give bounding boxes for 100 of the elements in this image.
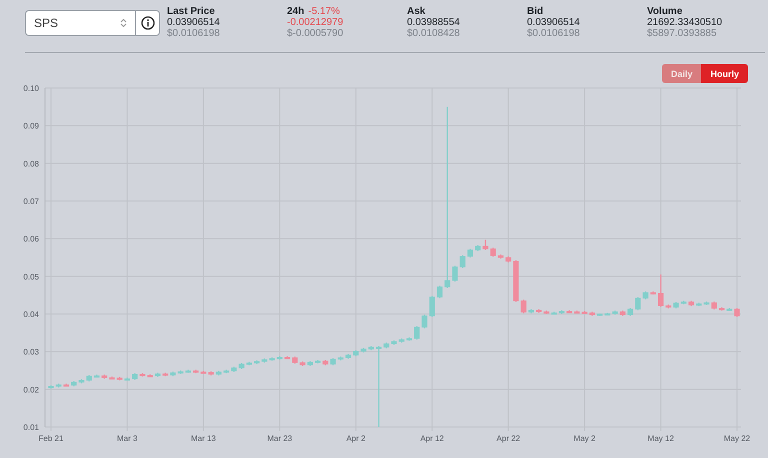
candlestick [490, 248, 496, 257]
candlestick [597, 314, 603, 316]
candlestick [314, 360, 321, 364]
candlestick [109, 376, 115, 380]
candlestick [520, 300, 526, 314]
candlestick [673, 302, 679, 308]
axis-tick-label: 0.04 [23, 310, 39, 319]
stat-value: 0.03906514 [167, 17, 221, 28]
candlestick [48, 385, 54, 389]
candlestick [254, 360, 260, 364]
candlestick [140, 373, 146, 377]
candlestick [116, 376, 122, 380]
stat-value: -0.00212979 [287, 17, 344, 28]
candlestick [132, 373, 138, 380]
axis-tick-label: Apr 2 [346, 434, 366, 443]
candlestick [628, 308, 634, 316]
candlestick [124, 378, 130, 381]
candlestick [688, 300, 694, 306]
candlestick [284, 356, 290, 360]
axis-tick-label: Mar 13 [191, 434, 216, 443]
candlestick [292, 356, 298, 364]
candlestick [102, 374, 108, 379]
candlestick [300, 361, 306, 366]
candlestick [642, 291, 648, 300]
info-button[interactable] [135, 10, 160, 36]
pair-select[interactable]: SPS [25, 10, 135, 36]
candlestick [269, 357, 275, 361]
axis-tick-label: May 12 [648, 434, 674, 443]
candlestick [566, 310, 572, 314]
axis-tick-label: Mar 3 [117, 434, 138, 443]
candlestick [704, 302, 710, 305]
candlestick [726, 308, 732, 311]
candlestick [71, 381, 77, 386]
candlestick [368, 346, 374, 350]
candlestick [711, 302, 717, 310]
axis-tick-label: May 2 [574, 434, 596, 443]
axis-tick-label: 0.07 [23, 197, 39, 206]
candlestick [551, 312, 557, 315]
axis-tick-label: 0.09 [23, 122, 39, 131]
axis-tick-label: Apr 22 [496, 434, 520, 443]
candlestick [436, 286, 443, 298]
stat-usd-value: $-0.0005790 [287, 28, 344, 39]
candlestick [696, 302, 702, 306]
candlestick [422, 314, 428, 328]
candlestick [170, 372, 176, 376]
candlestick [406, 337, 412, 341]
candlestick [734, 308, 740, 318]
stat-usd-value: $0.0106198 [527, 28, 581, 39]
candlestick [246, 362, 252, 366]
candlestick [414, 326, 420, 340]
candlestick [475, 245, 481, 252]
candlestick [650, 291, 656, 294]
candlestick [460, 255, 466, 268]
candlestick [238, 362, 244, 369]
candlestick [78, 379, 84, 384]
interval-tab[interactable]: Hourly [701, 64, 748, 83]
candlestick [666, 304, 672, 308]
candlestick [635, 297, 641, 310]
stat-label: Last Price [167, 6, 215, 17]
candlestick [391, 340, 397, 345]
stat-value: 0.03906514 [527, 17, 581, 28]
candlestick [612, 310, 618, 315]
candlestick [658, 274, 664, 307]
stat-change: -5.17% [308, 6, 340, 17]
stat-usd-value: $0.0106198 [167, 28, 221, 39]
axis-tick-label: 0.05 [23, 272, 39, 282]
candlestick [620, 310, 626, 316]
candlestick [528, 309, 534, 314]
axis-tick-label: 0.02 [23, 385, 39, 394]
candlestick [224, 370, 230, 374]
axis-tick-label: 0.06 [23, 234, 39, 244]
candlestick [718, 307, 725, 311]
chevron-up-down-icon [120, 18, 127, 28]
axis-tick-label: Mar 23 [267, 434, 292, 443]
axis-tick-label: Apr 12 [420, 434, 444, 443]
axis-tick-label: Feb 21 [38, 434, 64, 443]
candlestick [307, 361, 313, 366]
axis-tick-label: 0.03 [23, 348, 39, 357]
candlestick [398, 338, 404, 343]
stat-label: 24h [287, 6, 304, 17]
candlestick [498, 254, 504, 259]
candlestick [558, 310, 564, 314]
stat-usd-value: $5897.0393885 [647, 28, 718, 39]
candlestick [178, 370, 184, 374]
axis-tick-label: 0.10 [23, 84, 39, 93]
candlestick [452, 266, 458, 282]
stat-usd-value: $0.0108428 [407, 28, 461, 39]
candlestick [330, 358, 336, 366]
candlestick [208, 371, 214, 376]
candlestick [200, 370, 206, 374]
candlestick [536, 309, 542, 313]
info-icon [140, 16, 154, 30]
candlestick [360, 348, 366, 352]
stat-label: Bid [527, 6, 544, 17]
candlestick [429, 296, 435, 318]
candlestick [345, 354, 352, 359]
candlestick [506, 256, 512, 262]
candlestick [353, 350, 359, 356]
candlestick [276, 356, 282, 360]
stat-label: Volume [647, 6, 682, 17]
